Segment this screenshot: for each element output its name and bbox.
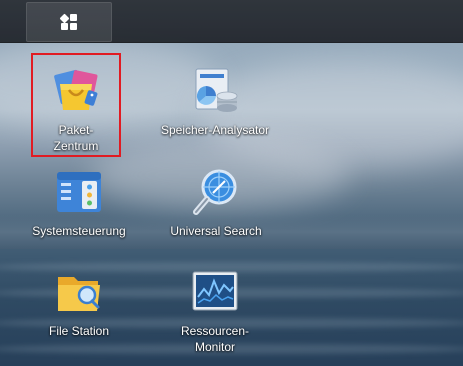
file-station-icon xyxy=(58,277,100,311)
desktop-icon-label: Systemsteuerung xyxy=(32,224,126,238)
storage-analyzer-icon xyxy=(195,68,238,112)
taskbar xyxy=(0,0,463,43)
main-menu-button[interactable] xyxy=(26,2,112,42)
universal-search-icon xyxy=(193,169,237,215)
desktop-icon-package-center[interactable]: Paket- Zentrum xyxy=(16,66,136,154)
desktop-icon-storage-analyzer[interactable]: Speicher-Analysator xyxy=(155,66,275,138)
desktop-icon-label: File Station xyxy=(48,324,110,338)
desktop-icon-label: Speicher-Analysator xyxy=(160,123,270,137)
desktop-icon-label: Ressourcen- xyxy=(180,324,250,338)
desktop-icon-label: Universal Search xyxy=(170,224,262,238)
desktop-icon-universal-search[interactable]: Universal Search xyxy=(156,167,276,239)
package-center-icon xyxy=(54,69,98,110)
desktop-icon-control-panel[interactable]: Systemsteuerung xyxy=(19,167,139,239)
desktop: Paket- Zentrum Speicher-Analysator Syste… xyxy=(0,0,463,366)
desktop-icon-file-station[interactable]: File Station xyxy=(19,267,139,339)
desktop-icon-label: Paket- xyxy=(58,123,94,137)
desktop-icon-label: Zentrum xyxy=(53,139,99,153)
resource-monitor-icon xyxy=(192,271,238,311)
control-panel-icon xyxy=(57,172,101,212)
desktop-icon-resource-monitor[interactable]: Ressourcen- Monitor xyxy=(155,267,275,355)
desktop-icon-label: Monitor xyxy=(194,340,235,354)
grid-menu-icon xyxy=(59,13,77,30)
